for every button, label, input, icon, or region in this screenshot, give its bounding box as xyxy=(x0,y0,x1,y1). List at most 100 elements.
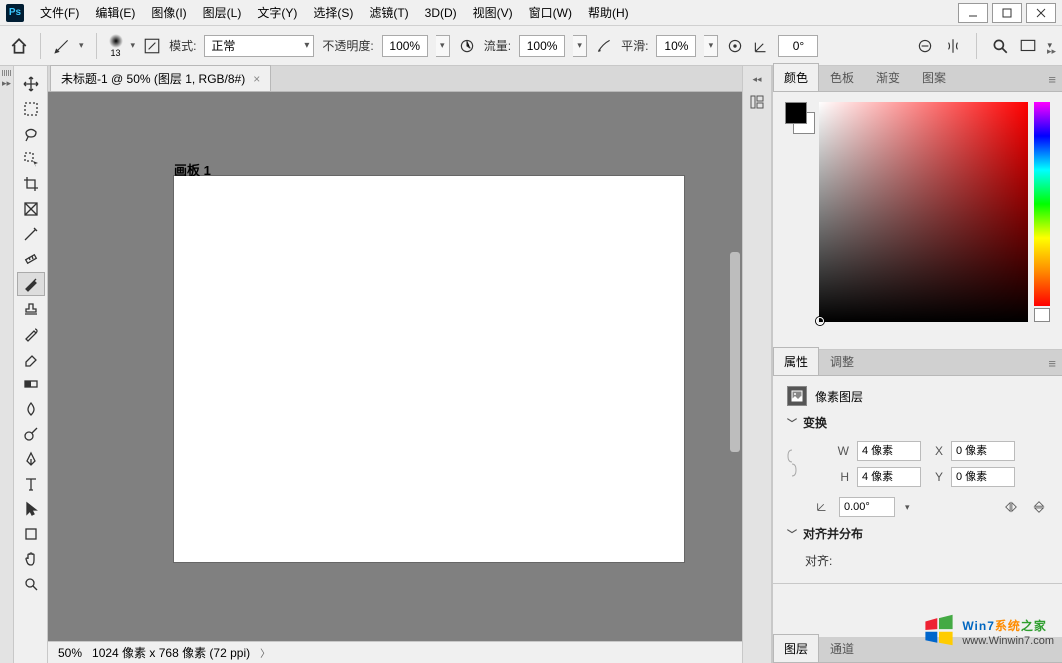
opacity-dd[interactable]: ▾ xyxy=(436,35,450,57)
tab-properties[interactable]: 属性 xyxy=(773,347,819,375)
zoom-tool[interactable] xyxy=(17,572,45,596)
menu-file[interactable]: 文件(F) xyxy=(32,0,87,26)
menu-select[interactable]: 选择(S) xyxy=(305,0,361,26)
menu-image[interactable]: 图像(I) xyxy=(143,0,194,26)
opacity-input[interactable]: 100% xyxy=(382,35,428,57)
frame-tool[interactable] xyxy=(17,197,45,221)
artboard[interactable] xyxy=(174,176,684,562)
hand-tool[interactable] xyxy=(17,547,45,571)
width-input[interactable]: 4 像素 xyxy=(857,441,921,461)
eraser-tool[interactable] xyxy=(17,347,45,371)
grip-icon[interactable] xyxy=(2,70,12,76)
symmetry-icon[interactable] xyxy=(944,37,962,55)
quick-select-tool[interactable] xyxy=(17,147,45,171)
pixel-layer-icon xyxy=(787,386,807,406)
heal-tool[interactable] xyxy=(17,247,45,271)
airbrush-icon[interactable] xyxy=(595,37,613,55)
shape-tool[interactable] xyxy=(17,522,45,546)
y-input[interactable]: 0 像素 xyxy=(951,467,1015,487)
pressure-opacity-icon[interactable] xyxy=(458,37,476,55)
dodge-tool[interactable] xyxy=(17,422,45,446)
smooth-settings-icon[interactable] xyxy=(726,37,744,55)
pressure-size-icon[interactable] xyxy=(916,37,934,55)
panel-menu-icon[interactable]: ≡ xyxy=(1048,356,1056,371)
menu-filter[interactable]: 滤镜(T) xyxy=(361,0,416,26)
angle-input[interactable]: 0° xyxy=(778,35,818,57)
smooth-input[interactable]: 10% xyxy=(656,35,696,57)
status-chevron-icon[interactable]: 〉 xyxy=(260,645,270,660)
app-logo: Ps xyxy=(6,4,24,22)
type-tool[interactable] xyxy=(17,472,45,496)
menu-layer[interactable]: 图层(L) xyxy=(195,0,250,26)
document-tab[interactable]: 未标题-1 @ 50% (图层 1, RGB/8#) × xyxy=(50,65,271,91)
fg-bg-swatches[interactable] xyxy=(785,102,813,341)
vertical-scrollbar[interactable] xyxy=(730,252,740,452)
tab-layers[interactable]: 图层 xyxy=(773,634,819,662)
blur-tool[interactable] xyxy=(17,397,45,421)
x-input[interactable]: 0 像素 xyxy=(951,441,1015,461)
rotation-input[interactable]: 0.00° xyxy=(839,497,895,517)
brush-preset[interactable]: 13 xyxy=(109,34,123,58)
menu-edit[interactable]: 编辑(E) xyxy=(87,0,143,26)
panel-menu-icon[interactable]: ≡ xyxy=(1048,72,1056,87)
window-maximize[interactable] xyxy=(992,3,1022,23)
hue-readout[interactable] xyxy=(1034,308,1050,322)
canvas-area[interactable]: 画板 1 xyxy=(48,92,742,641)
close-tab-icon[interactable]: × xyxy=(253,72,260,86)
collapse-left-icon[interactable]: ▸▸ xyxy=(2,78,11,89)
pen-tool[interactable] xyxy=(17,447,45,471)
tab-swatches[interactable]: 色板 xyxy=(819,63,865,91)
layers-panel-tabs: 图层 通道 xyxy=(773,637,1062,663)
home-icon[interactable] xyxy=(10,37,28,55)
flow-dd[interactable]: ▾ xyxy=(573,35,587,57)
move-tool[interactable] xyxy=(17,72,45,96)
color-field[interactable] xyxy=(819,102,1028,322)
tab-gradients[interactable]: 渐变 xyxy=(865,63,911,91)
tab-channels[interactable]: 通道 xyxy=(819,634,865,662)
stamp-tool[interactable] xyxy=(17,297,45,321)
flip-h-icon[interactable] xyxy=(1002,498,1020,516)
zoom-value[interactable]: 50% xyxy=(58,646,82,660)
flow-input[interactable]: 100% xyxy=(519,35,565,57)
brush-panel-icon[interactable] xyxy=(143,37,161,55)
color-picker-ring[interactable] xyxy=(816,317,824,325)
collapse-right-icon[interactable]: ◂◂ xyxy=(752,74,761,85)
menu-view[interactable]: 视图(V) xyxy=(465,0,521,26)
path-select-tool[interactable] xyxy=(17,497,45,521)
tab-patterns[interactable]: 图案 xyxy=(911,63,957,91)
rotation-dd[interactable]: ▾ xyxy=(905,502,910,513)
menu-3d[interactable]: 3D(D) xyxy=(417,0,465,26)
brush-tool-icon[interactable] xyxy=(53,37,71,55)
search-icon[interactable] xyxy=(991,37,1009,55)
crop-tool[interactable] xyxy=(17,172,45,196)
foreground-swatch[interactable] xyxy=(785,102,807,124)
history-brush-tool[interactable] xyxy=(17,322,45,346)
marquee-tool[interactable] xyxy=(17,97,45,121)
align-header[interactable]: ﹀对齐并分布 xyxy=(787,525,1048,542)
brush-tool[interactable] xyxy=(17,272,45,296)
flow-label: 流量: xyxy=(484,37,511,54)
smooth-dd[interactable]: ▾ xyxy=(704,35,718,57)
menu-type[interactable]: 文字(Y) xyxy=(249,0,305,26)
rotate-icon xyxy=(815,499,829,516)
window-minimize[interactable] xyxy=(958,3,988,23)
gradient-tool[interactable] xyxy=(17,372,45,396)
transform-header[interactable]: ﹀变换 xyxy=(787,414,1048,431)
height-input[interactable]: 4 像素 xyxy=(857,467,921,487)
link-wh-icon[interactable] xyxy=(787,448,801,481)
document-tab-bar: 未标题-1 @ 50% (图层 1, RGB/8#) × xyxy=(48,66,742,92)
tab-color[interactable]: 颜色 xyxy=(773,63,819,91)
panel-shortcut-icon[interactable] xyxy=(746,91,768,113)
window-close[interactable] xyxy=(1026,3,1056,23)
menu-window[interactable]: 窗口(W) xyxy=(521,0,580,26)
tab-adjustments[interactable]: 调整 xyxy=(819,347,865,375)
screenmode-icon[interactable] xyxy=(1019,37,1037,55)
hue-slider[interactable] xyxy=(1034,102,1050,306)
collapse-panels-icon[interactable]: ▸▸ xyxy=(1047,46,1056,57)
lasso-tool[interactable] xyxy=(17,122,45,146)
mode-select[interactable]: 正常 xyxy=(204,35,314,57)
eyedropper-tool[interactable] xyxy=(17,222,45,246)
x-label: X xyxy=(929,444,943,458)
flip-v-icon[interactable] xyxy=(1030,498,1048,516)
menu-help[interactable]: 帮助(H) xyxy=(580,0,637,26)
